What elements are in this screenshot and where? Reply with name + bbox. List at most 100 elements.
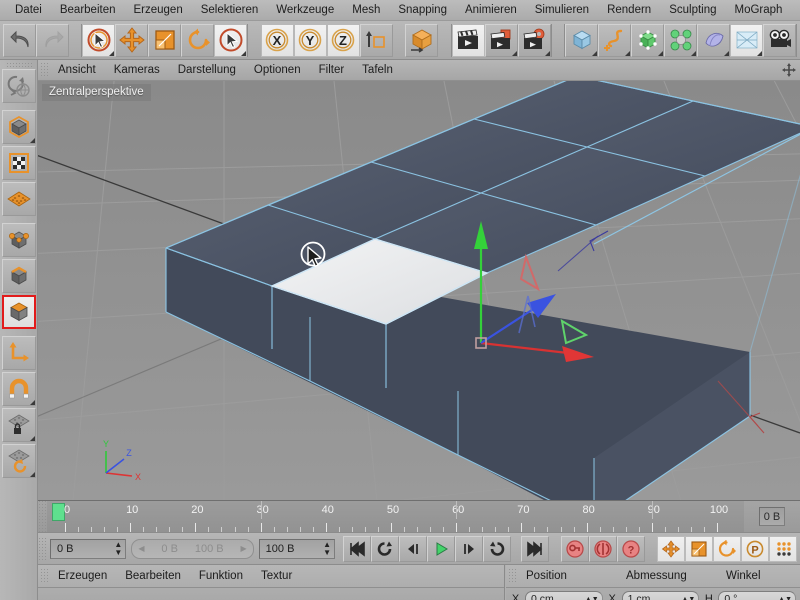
go-to-end-icon[interactable] — [521, 535, 549, 562]
nurbs-icon[interactable] — [631, 23, 665, 57]
coord-pos-x-stepper[interactable]: ▲▼ — [585, 596, 599, 600]
matmenu-bearbeiten[interactable]: Bearbeiten — [116, 568, 190, 584]
lock-workplane-icon[interactable] — [1, 408, 36, 442]
texture-mode-icon[interactable] — [1, 146, 36, 180]
timeline-end-value[interactable]: 0 B — [758, 507, 786, 526]
coordinates-grip[interactable] — [508, 568, 517, 584]
workplane-icon[interactable] — [1, 182, 36, 216]
current-frame-field[interactable]: 0 B ▲ ▼ — [50, 538, 127, 559]
render-settings-icon[interactable] — [517, 23, 551, 57]
coord-angle-h-stepper[interactable]: ▲▼ — [778, 596, 792, 600]
coord-angle-h-field[interactable]: 0 ° ▲▼ — [718, 590, 797, 600]
menu-item-mograph[interactable]: MoGraph — [726, 1, 792, 19]
transport-grip[interactable] — [38, 537, 47, 560]
viewport-menubar-grip[interactable] — [40, 62, 49, 78]
environment-icon[interactable] — [730, 23, 764, 57]
loop-forward-icon[interactable] — [483, 535, 511, 562]
axis-y-icon[interactable]: Y — [293, 23, 327, 57]
cube-primitive-icon[interactable] — [405, 23, 439, 57]
menu-item-datei[interactable]: Datei — [6, 1, 51, 19]
left-toolbar-grip[interactable] — [5, 62, 32, 69]
menu-item-erzeugen[interactable]: Erzeugen — [124, 1, 191, 19]
matmenu-erzeugen[interactable]: Erzeugen — [49, 568, 116, 584]
coord-size-x-stepper[interactable]: ▲▼ — [681, 596, 695, 600]
autokey-icon[interactable] — [589, 535, 617, 562]
play-icon[interactable] — [427, 535, 455, 562]
timeline-ruler[interactable]: 0 10 20 30 40 50 60 70 80 90 100 — [47, 501, 744, 532]
timeline-tick-major — [325, 523, 327, 532]
scale-icon[interactable] — [148, 23, 182, 57]
axis-z-icon[interactable]: Z — [326, 23, 360, 57]
axis-mode-icon[interactable] — [1, 336, 36, 370]
preview-range-field[interactable]: ◀ 0 B 100 B ▶ — [131, 538, 254, 559]
render-view-icon[interactable] — [451, 23, 485, 57]
timeline-grip[interactable] — [38, 501, 47, 532]
camera-icon[interactable] — [763, 23, 797, 57]
menu-item-rendern[interactable]: Rendern — [598, 1, 660, 19]
end-frame-field[interactable]: 100 B ▲ ▼ — [258, 538, 335, 559]
loop-back-icon[interactable] — [371, 535, 399, 562]
viewmenu-tafeln[interactable]: Tafeln — [353, 62, 402, 78]
timeline-ruler-bar: 0 10 20 30 40 50 60 70 80 90 100 0 B — [38, 500, 800, 533]
viewmenu-optionen[interactable]: Optionen — [245, 62, 310, 78]
menu-item-animieren[interactable]: Animieren — [456, 1, 526, 19]
spline-icon[interactable] — [598, 23, 632, 57]
param-key-icon[interactable] — [769, 535, 797, 562]
key-selection-icon[interactable]: ? — [617, 535, 645, 562]
timeline-tick-minor — [104, 527, 106, 532]
matmenu-funktion[interactable]: Funktion — [190, 568, 252, 584]
menu-item-mesh[interactable]: Mesh — [343, 1, 389, 19]
viewmenu-ansicht[interactable]: Ansicht — [49, 62, 105, 78]
menu-item-simulieren[interactable]: Simulieren — [526, 1, 598, 19]
step-forward-icon[interactable] — [455, 535, 483, 562]
model-mode-icon[interactable] — [1, 110, 36, 144]
selection-tool-icon[interactable] — [214, 23, 248, 57]
viewport-pan-icon[interactable] — [782, 63, 796, 77]
menu-item-werkzeuge[interactable]: Werkzeuge — [267, 1, 343, 19]
undo-view-icon[interactable] — [1, 69, 36, 103]
coord-pos-x-field[interactable]: 0 cm ▲▼ — [525, 590, 603, 600]
deformer-icon[interactable] — [697, 23, 731, 57]
viewport-3d[interactable]: Zentralperspektive Y X Z — [38, 81, 800, 500]
points-mode-icon[interactable] — [1, 223, 36, 257]
menu-item-snapping[interactable]: Snapping — [389, 1, 456, 19]
polygons-mode-icon[interactable] — [1, 295, 36, 329]
undo-arrow-icon[interactable] — [3, 23, 36, 57]
scale-key-icon[interactable] — [685, 535, 713, 562]
record-key-icon[interactable] — [561, 535, 589, 562]
current-frame-stepper[interactable]: ▲ ▼ — [114, 540, 122, 557]
viewmenu-filter[interactable]: Filter — [310, 62, 354, 78]
end-frame-stepper[interactable]: ▲ ▼ — [323, 540, 331, 557]
menu-item-selektieren[interactable]: Selektieren — [192, 1, 268, 19]
magnet-icon[interactable] — [1, 372, 36, 406]
viewmenu-darstellung[interactable]: Darstellung — [169, 62, 245, 78]
world-axis-icon[interactable] — [359, 23, 393, 57]
timeline-tick-major — [717, 523, 718, 532]
rotate-icon[interactable] — [181, 23, 215, 57]
menu-item-bearbeiten[interactable]: Bearbeiten — [51, 1, 125, 19]
matmenu-textur[interactable]: Textur — [252, 568, 301, 584]
go-to-start-icon[interactable] — [343, 535, 371, 562]
rotation-key-icon[interactable] — [713, 535, 741, 562]
workplane-rotate-icon[interactable] — [1, 444, 36, 478]
left-toolbar-filler — [0, 500, 38, 600]
render-region-icon[interactable] — [484, 23, 518, 57]
step-back-icon[interactable] — [399, 535, 427, 562]
range-prev-arrow[interactable]: ◀ — [138, 544, 144, 553]
pla-key-icon[interactable]: P — [741, 535, 769, 562]
menu-item-charakter[interactable]: Charakter — [791, 1, 800, 19]
redo-arrow-icon[interactable] — [36, 23, 69, 57]
material-manager-grip[interactable] — [40, 568, 49, 584]
coord-size-x-label: X — [608, 593, 616, 600]
live-selection-icon[interactable] — [82, 23, 116, 57]
move-icon[interactable] — [115, 23, 149, 57]
array-icon[interactable] — [664, 23, 698, 57]
viewmenu-kameras[interactable]: Kameras — [105, 62, 169, 78]
axis-x-icon[interactable]: X — [260, 23, 294, 57]
edges-mode-icon[interactable] — [1, 259, 36, 293]
position-key-icon[interactable] — [657, 535, 685, 562]
range-next-arrow[interactable]: ▶ — [240, 544, 246, 553]
menu-item-sculpting[interactable]: Sculpting — [660, 1, 725, 19]
cube-blue-icon[interactable] — [565, 23, 599, 57]
coord-size-x-field[interactable]: 1 cm ▲▼ — [621, 590, 700, 600]
